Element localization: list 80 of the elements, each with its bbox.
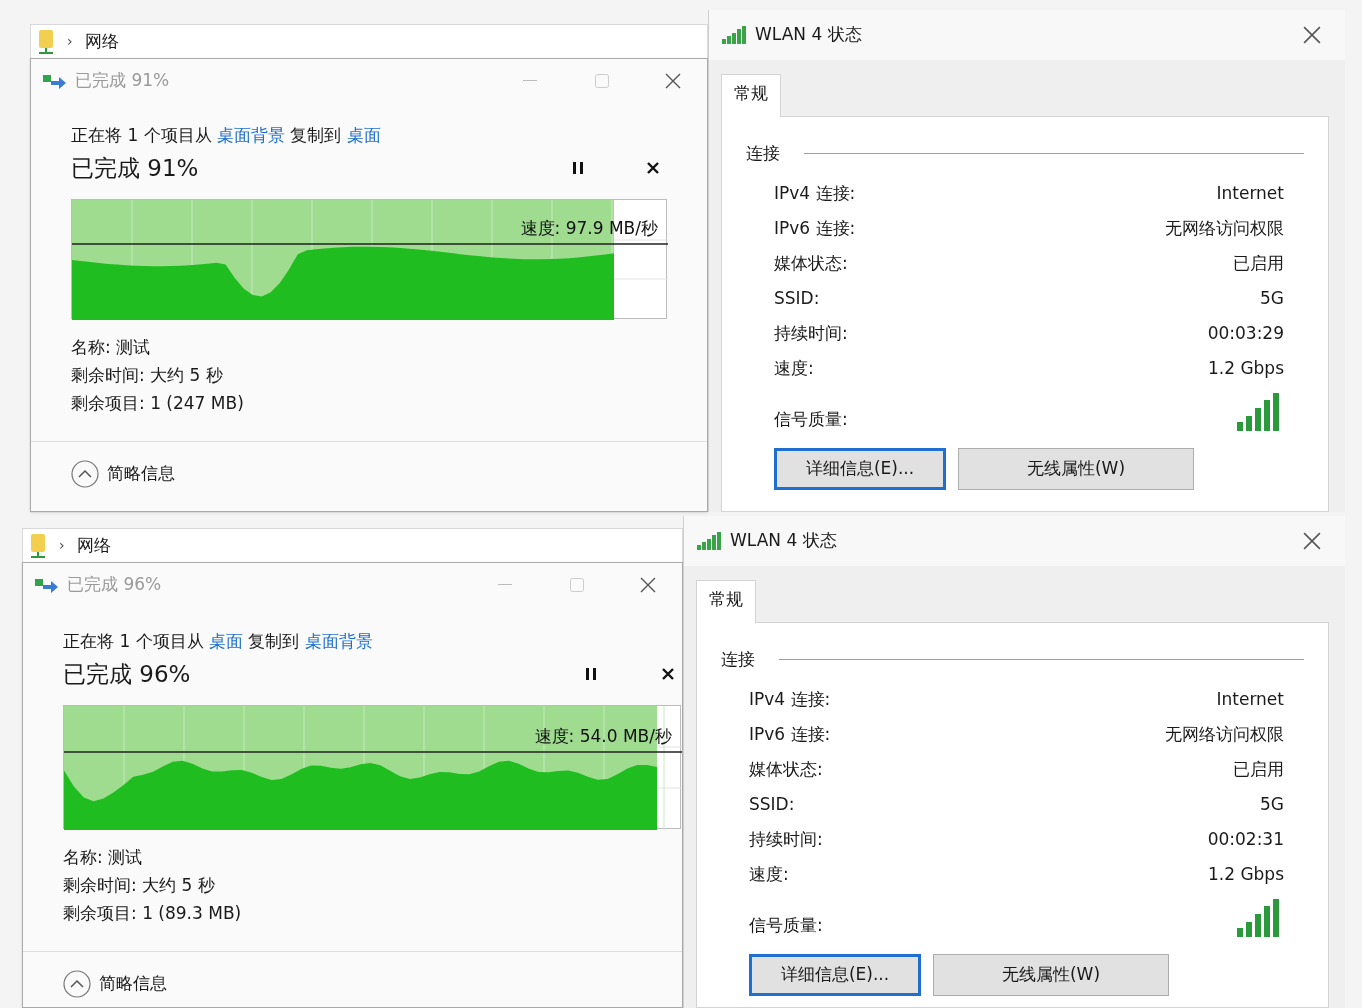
dialog-button[interactable]: 详细信息(E)...	[749, 954, 921, 996]
field-label: IPv4 连接:	[749, 687, 831, 711]
source-link[interactable]: 桌面背景	[217, 125, 286, 145]
field-value: Internet	[1216, 181, 1284, 205]
less-details-link[interactable]: 简略信息	[107, 461, 175, 487]
breadcrumb-item[interactable]: 网络	[84, 28, 119, 55]
field-value: 无网络访问权限	[1165, 216, 1284, 240]
breadcrumb-separator: ›	[67, 32, 73, 51]
cancel-button[interactable]	[660, 665, 676, 682]
close-icon[interactable]	[1303, 532, 1321, 550]
field-label: 信号质量:	[774, 407, 848, 431]
pause-button[interactable]	[571, 159, 585, 176]
tab[interactable]: 常规	[696, 580, 756, 623]
field-value: Internet	[1216, 687, 1284, 711]
signal-icon	[696, 531, 722, 551]
tab[interactable]: 常规	[721, 74, 781, 117]
field-label: 速度:	[774, 356, 814, 380]
destination-link[interactable]: 桌面	[346, 125, 381, 145]
pause-icon	[573, 161, 583, 174]
field-value: 00:02:31	[1207, 827, 1284, 851]
speed-label: 速度: 97.9 MB/秒	[520, 217, 658, 240]
close-icon[interactable]	[640, 577, 656, 593]
dialog-button[interactable]: 无线属性(W)	[958, 448, 1194, 490]
field-value: 无网络访问权限	[1165, 722, 1284, 746]
section-title: 连接	[721, 647, 755, 671]
collapse-icon[interactable]	[63, 970, 91, 998]
field-value: 1.2 Gbps	[1207, 356, 1284, 380]
field-value: 已启用	[1233, 251, 1284, 275]
destination-link[interactable]: 桌面背景	[304, 631, 373, 651]
detail-text: 剩余项目: 1 (247 MB)	[71, 392, 245, 415]
field-value: 00:03:29	[1207, 321, 1284, 345]
copy-message: 正在将 1 个项目从 桌面背景 复制到 桌面	[71, 124, 382, 147]
window-title: 已完成 96%	[67, 573, 162, 597]
pause-button[interactable]	[584, 665, 598, 682]
detail-text: 剩余项目: 1 (89.3 MB)	[63, 902, 243, 925]
field-value: 已启用	[1233, 757, 1284, 781]
field-value: 1.2 Gbps	[1207, 862, 1284, 886]
close-icon[interactable]	[1303, 26, 1321, 44]
field-label: IPv4 连接:	[774, 181, 856, 205]
field-label: 信号质量:	[749, 913, 823, 937]
field-label: 媒体状态:	[774, 251, 848, 275]
close-icon	[662, 667, 674, 680]
speed-label: 速度: 54.0 MB/秒	[534, 725, 672, 748]
close-icon	[647, 161, 659, 174]
network-folder-icon	[37, 28, 55, 55]
field-label: 持续时间:	[749, 827, 823, 851]
field-label: 持续时间:	[774, 321, 848, 345]
detail-text: 名称: 测试	[63, 846, 144, 869]
detail-text: 剩余时间: 大约 5 秒	[63, 874, 216, 897]
dialog-button[interactable]: 详细信息(E)...	[774, 448, 946, 490]
network-folder-icon	[29, 532, 47, 559]
field-label: SSID:	[774, 286, 820, 310]
section-title: 连接	[746, 141, 780, 165]
collapse-icon[interactable]	[71, 460, 99, 488]
signal-icon	[721, 25, 747, 45]
breadcrumb-separator: ›	[59, 536, 65, 555]
close-icon[interactable]	[665, 73, 681, 89]
field-label: SSID:	[749, 792, 795, 816]
pause-icon	[586, 667, 596, 680]
progress-heading: 已完成 91%	[71, 153, 199, 183]
dialog-button[interactable]: 无线属性(W)	[933, 954, 1169, 996]
window-title: WLAN 4 状态	[730, 529, 837, 553]
breadcrumb-item[interactable]: 网络	[76, 532, 111, 559]
progress-heading: 已完成 96%	[63, 659, 191, 689]
detail-text: 剩余时间: 大约 5 秒	[71, 364, 224, 387]
copy-message: 正在将 1 个项目从 桌面 复制到 桌面背景	[63, 630, 374, 653]
field-label: IPv6 连接:	[749, 722, 831, 746]
field-label: 媒体状态:	[749, 757, 823, 781]
field-value: 5G	[1260, 792, 1284, 816]
field-value: 5G	[1260, 286, 1284, 310]
window-title: 已完成 91%	[75, 69, 170, 93]
field-label: 速度:	[749, 862, 789, 886]
detail-text: 名称: 测试	[71, 336, 152, 359]
copy-icon	[35, 577, 59, 593]
copy-icon	[43, 73, 67, 89]
cancel-button[interactable]	[645, 159, 661, 176]
source-link[interactable]: 桌面	[209, 631, 244, 651]
less-details-link[interactable]: 简略信息	[99, 971, 167, 997]
field-label: IPv6 连接:	[774, 216, 856, 240]
window-title: WLAN 4 状态	[755, 23, 862, 47]
